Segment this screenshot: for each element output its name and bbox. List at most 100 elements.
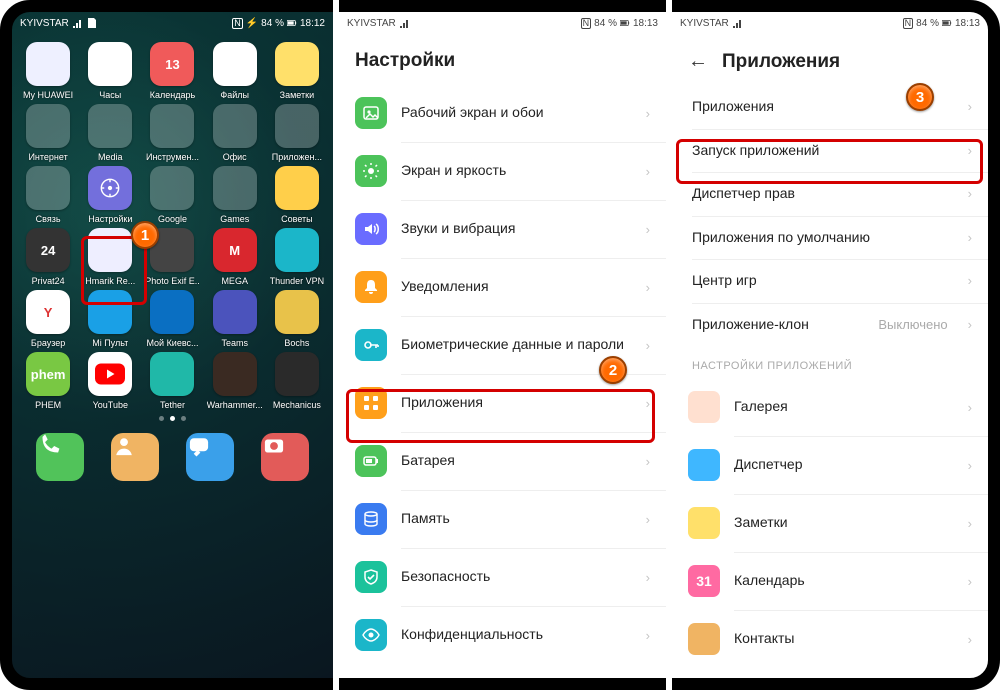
app-tether[interactable]: Tether xyxy=(142,352,202,410)
battery-label: 84 % xyxy=(916,18,939,29)
title-row: Настройки xyxy=(339,34,666,84)
row-sub: Выключено xyxy=(878,317,947,332)
chevron-right-icon: › xyxy=(968,574,972,589)
chevron-right-icon: › xyxy=(968,230,972,245)
key-icon xyxy=(355,329,387,361)
storage-icon xyxy=(355,503,387,535)
apps-row[interactable]: Приложения› xyxy=(672,85,988,129)
chevron-right-icon: › xyxy=(968,99,972,114)
app-settings-row[interactable]: Заметки › xyxy=(672,494,988,552)
chevron-right-icon: › xyxy=(646,338,650,353)
step-marker-1: 1 xyxy=(131,221,159,249)
app-календарь[interactable]: 13Календарь xyxy=(142,42,202,100)
app-label: Браузер xyxy=(31,338,65,348)
settings-row-image[interactable]: Рабочий экран и обои› xyxy=(339,84,666,142)
app-settings-row[interactable]: Диспетчер › xyxy=(672,436,988,494)
app-phem[interactable]: phemPHEM xyxy=(18,352,78,410)
app-games[interactable]: Games xyxy=(205,166,265,224)
app-mi-пульт[interactable]: Mi Пульт xyxy=(80,290,140,348)
app-мой-киевс-[interactable]: Мой Киевс... xyxy=(142,290,202,348)
apps-row[interactable]: Центр игр› xyxy=(672,259,988,303)
app-офис[interactable]: Офис xyxy=(205,104,265,162)
app-label: YouTube xyxy=(93,400,128,410)
settings-row-eye[interactable]: Конфиденциальность› xyxy=(339,606,666,664)
dock-contacts[interactable] xyxy=(111,433,159,481)
app-инструмен-[interactable]: Инструмен... xyxy=(142,104,202,162)
app-label: Thunder VPN xyxy=(270,276,325,286)
row-label: Звуки и вибрация xyxy=(401,220,632,238)
app-mechanicus[interactable]: Mechanicus xyxy=(267,352,327,410)
settings-row-battery[interactable]: Батарея› xyxy=(339,432,666,490)
app-teams[interactable]: Teams xyxy=(205,290,265,348)
app-settings-row[interactable]: Галерея› xyxy=(672,378,988,436)
row-label: Приложения по умолчанию xyxy=(692,229,954,247)
app-my-huawei[interactable]: My HUAWEI xyxy=(18,42,78,100)
chevron-right-icon: › xyxy=(646,628,650,643)
chevron-right-icon: › xyxy=(968,516,972,531)
row-label: Календарь xyxy=(734,572,954,590)
app-label: Bochs xyxy=(284,338,309,348)
settings-row-shield[interactable]: Безопасность› xyxy=(339,548,666,606)
app-settings-row[interactable]: Контакты› xyxy=(672,610,988,668)
app-заметки[interactable]: Заметки xyxy=(267,42,327,100)
row-label: Экран и яркость xyxy=(401,162,632,180)
app-google[interactable]: Google xyxy=(142,166,202,224)
app-youtube[interactable]: YouTube xyxy=(80,352,140,410)
apps-row[interactable]: Диспетчер прав› xyxy=(672,172,988,216)
dock-messages[interactable] xyxy=(186,433,234,481)
title-row: ← Приложения xyxy=(672,34,988,85)
row-label: Уведомления xyxy=(401,278,632,296)
app-privat24[interactable]: 24Privat24 xyxy=(18,228,78,286)
app-warhammer-[interactable]: Warhammer... xyxy=(205,352,265,410)
dock-camera[interactable] xyxy=(261,433,309,481)
chevron-right-icon: › xyxy=(968,317,972,332)
app-файлы[interactable]: Файлы xyxy=(205,42,265,100)
row-label: Контакты xyxy=(734,630,954,648)
app-часы[interactable]: Часы xyxy=(80,42,140,100)
image-icon xyxy=(355,97,387,129)
app-icon xyxy=(688,449,720,481)
home-screen-panel: KYIVSTAR N ⚡ 84 % 18:12 My HUAWEIЧасы13К… xyxy=(12,12,333,678)
settings-row-storage[interactable]: Память› xyxy=(339,490,666,548)
settings-row-bell[interactable]: Уведомления › xyxy=(339,258,666,316)
back-button[interactable]: ← xyxy=(688,50,708,73)
time-label: 18:12 xyxy=(300,18,325,29)
settings-row-sun[interactable]: Экран и яркость› xyxy=(339,142,666,200)
volume-icon xyxy=(355,213,387,245)
app-браузер[interactable]: YБраузер xyxy=(18,290,78,348)
row-label: Галерея xyxy=(734,398,954,416)
apps-row[interactable]: Приложения по умолчанию › xyxy=(672,216,988,260)
chevron-right-icon: › xyxy=(968,458,972,473)
sim-icon xyxy=(87,18,97,28)
battery-label: 84 % xyxy=(594,18,617,29)
signal-icon xyxy=(733,18,743,28)
app-советы[interactable]: Советы xyxy=(267,166,327,224)
apps-row[interactable]: Запуск приложений› xyxy=(672,129,988,173)
app-связь[interactable]: Связь xyxy=(18,166,78,224)
app-label: Games xyxy=(220,214,249,224)
settings-row-volume[interactable]: Звуки и вибрация› xyxy=(339,200,666,258)
app-приложен-[interactable]: Приложен... xyxy=(267,104,327,162)
chevron-right-icon: › xyxy=(646,280,650,295)
app-mega[interactable]: MMEGA xyxy=(205,228,265,286)
dock-phone[interactable] xyxy=(36,433,84,481)
row-label: Диспетчер прав xyxy=(692,185,954,203)
row-label: Приложения xyxy=(401,394,632,412)
carrier-label: KYIVSTAR xyxy=(680,18,729,29)
app-label: Google xyxy=(158,214,187,224)
row-label: Запуск приложений xyxy=(692,142,954,160)
row-label: Заметки xyxy=(734,514,954,532)
app-thunder-vpn[interactable]: Thunder VPN xyxy=(267,228,327,286)
chevron-right-icon: › xyxy=(646,396,650,411)
time-label: 18:13 xyxy=(955,18,980,29)
row-label: Диспетчер xyxy=(734,456,954,474)
app-media[interactable]: Media xyxy=(80,104,140,162)
app-bochs[interactable]: Bochs xyxy=(267,290,327,348)
app-настройки[interactable]: Настройки xyxy=(80,166,140,224)
settings-panel: KYIVSTAR N 84 % 18:13 Настройки Рабочий … xyxy=(339,12,666,678)
app-label: Mi Пульт xyxy=(92,338,128,348)
app-label: Hmarik Re... xyxy=(85,276,135,286)
app-settings-row[interactable]: 31Календарь› xyxy=(672,552,988,610)
app-интернет[interactable]: Интернет xyxy=(18,104,78,162)
apps-row[interactable]: Приложение-клонВыключено› xyxy=(672,303,988,347)
